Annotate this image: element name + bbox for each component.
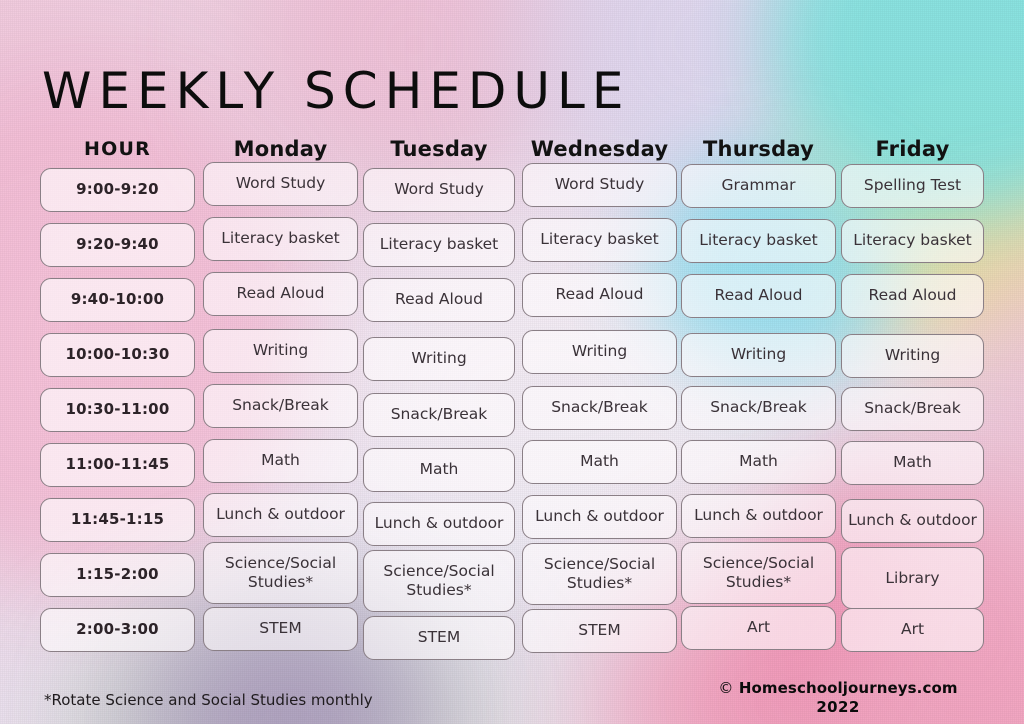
schedule-cell-friday[interactable]: Writing [841,334,984,378]
weekly-schedule-page: WEEKLY SCHEDULE *Rotate Science and Soci… [0,0,1024,724]
schedule-cell-thursday[interactable]: Art [681,606,836,650]
schedule-cell-wednesday[interactable]: Word Study [522,163,677,207]
schedule-cell-wednesday[interactable]: Math [522,440,677,484]
schedule-cell-tuesday[interactable]: Read Aloud [363,278,515,322]
column-header-friday: Friday [875,137,950,161]
column-header-hour: HOUR [84,138,151,160]
schedule-cell-monday[interactable]: Math [203,439,358,483]
schedule-cell-friday[interactable]: Math [841,441,984,485]
schedule-cell-thursday[interactable]: Literacy basket [681,219,836,263]
time-slot-cell[interactable]: 9:20-9:40 [40,223,195,267]
schedule-cell-monday[interactable]: STEM [203,607,358,651]
schedule-cell-friday[interactable]: Snack/Break [841,387,984,431]
copyright-site: Homeschooljourneys.com [738,679,958,697]
schedule-cell-friday[interactable]: Literacy basket [841,219,984,263]
time-slot-cell[interactable]: 10:00-10:30 [40,333,195,377]
time-slot-cell[interactable]: 11:00-11:45 [40,443,195,487]
schedule-cell-tuesday[interactable]: Writing [363,337,515,381]
schedule-cell-monday[interactable]: Snack/Break [203,384,358,428]
schedule-cell-tuesday[interactable]: Math [363,448,515,492]
schedule-cell-tuesday[interactable]: Science/Social Studies* [363,550,515,612]
schedule-cell-thursday[interactable]: Snack/Break [681,386,836,430]
schedule-cell-wednesday[interactable]: Lunch & outdoor [522,495,677,539]
schedule-cell-monday[interactable]: Word Study [203,162,358,206]
time-slot-cell[interactable]: 11:45-1:15 [40,498,195,542]
copyright-year: 2022 [816,698,860,716]
time-slot-cell[interactable]: 10:30-11:00 [40,388,195,432]
copyright-icon: © [718,679,734,697]
footnote: *Rotate Science and Social Studies month… [44,691,373,709]
schedule-cell-thursday[interactable]: Lunch & outdoor [681,494,836,538]
schedule-cell-monday[interactable]: Writing [203,329,358,373]
column-header-monday: Monday [233,137,328,161]
time-slot-cell[interactable]: 9:40-10:00 [40,278,195,322]
schedule-cell-friday[interactable]: Library [841,547,984,609]
column-header-thursday: Thursday [703,137,814,161]
schedule-cell-tuesday[interactable]: Literacy basket [363,223,515,267]
schedule-cell-monday[interactable]: Science/Social Studies* [203,542,358,604]
schedule-cell-thursday[interactable]: Read Aloud [681,274,836,318]
schedule-cell-monday[interactable]: Lunch & outdoor [203,493,358,537]
schedule-cell-wednesday[interactable]: Writing [522,330,677,374]
schedule-cell-tuesday[interactable]: STEM [363,616,515,660]
schedule-cell-thursday[interactable]: Science/Social Studies* [681,542,836,604]
schedule-cell-friday[interactable]: Spelling Test [841,164,984,208]
schedule-cell-thursday[interactable]: Grammar [681,164,836,208]
schedule-cell-tuesday[interactable]: Word Study [363,168,515,212]
time-slot-cell[interactable]: 2:00-3:00 [40,608,195,652]
page-title: WEEKLY SCHEDULE [42,62,631,120]
column-header-tuesday: Tuesday [390,137,488,161]
schedule-cell-wednesday[interactable]: Science/Social Studies* [522,543,677,605]
schedule-cell-friday[interactable]: Art [841,608,984,652]
copyright-block: © Homeschooljourneys.com 2022 [688,679,988,716]
schedule-cell-wednesday[interactable]: Snack/Break [522,386,677,430]
schedule-cell-monday[interactable]: Read Aloud [203,272,358,316]
schedule-cell-friday[interactable]: Lunch & outdoor [841,499,984,543]
schedule-cell-thursday[interactable]: Writing [681,333,836,377]
time-slot-cell[interactable]: 1:15-2:00 [40,553,195,597]
column-header-wednesday: Wednesday [530,137,669,161]
schedule-cell-friday[interactable]: Read Aloud [841,274,984,318]
schedule-cell-thursday[interactable]: Math [681,440,836,484]
schedule-cell-monday[interactable]: Literacy basket [203,217,358,261]
schedule-cell-wednesday[interactable]: Literacy basket [522,218,677,262]
schedule-cell-wednesday[interactable]: Read Aloud [522,273,677,317]
schedule-cell-tuesday[interactable]: Snack/Break [363,393,515,437]
schedule-cell-wednesday[interactable]: STEM [522,609,677,653]
copyright-line: © Homeschooljourneys.com [688,679,988,697]
schedule-cell-tuesday[interactable]: Lunch & outdoor [363,502,515,546]
time-slot-cell[interactable]: 9:00-9:20 [40,168,195,212]
